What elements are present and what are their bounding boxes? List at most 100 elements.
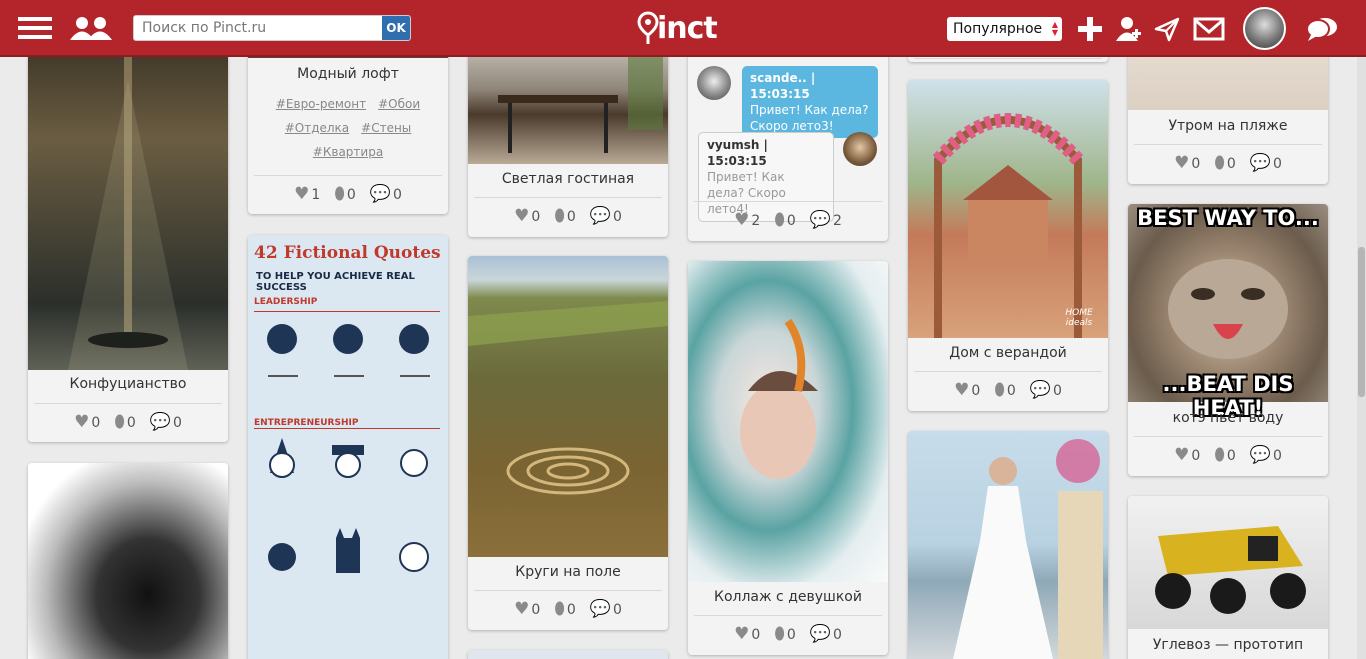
divider <box>474 197 662 198</box>
sort-select[interactable]: Популярное ▲ ▼ <box>947 17 1062 41</box>
pin-caption: котэ пьёт воду <box>1172 410 1284 426</box>
user-avatar[interactable] <box>1243 7 1286 50</box>
search-box: OK <box>133 15 411 41</box>
tag-link[interactable]: #Евро-ремонт <box>276 97 366 111</box>
heart-icon[interactable]: ♥ <box>294 186 309 203</box>
heart-icon[interactable]: ♥ <box>1174 447 1189 464</box>
heart-icon[interactable]: ♥ <box>514 208 529 225</box>
pin-card-loft[interactable]: Модный лофт #Евро-ремонт #Обои #Отделка #С… <box>248 40 448 214</box>
pin-image[interactable] <box>468 650 668 659</box>
chat-icon[interactable] <box>1305 15 1339 43</box>
users-icon[interactable] <box>68 14 116 42</box>
pin-icon[interactable]: ⬮ <box>774 212 785 229</box>
pin-card-gostinaya[interactable]: Светлая гостиная ♥ 0 ⬮ 0 💬 0 <box>468 40 668 237</box>
pins-count: 0 <box>786 626 796 643</box>
chat-avatar-man[interactable] <box>843 132 877 166</box>
send-icon[interactable] <box>1154 16 1180 42</box>
comments-count: 2 <box>833 212 842 229</box>
comment-icon[interactable]: 💬 <box>810 212 831 229</box>
tag-link[interactable]: #Отделка <box>285 121 349 135</box>
top-header: OK inct Популярное ▲▼ <box>0 0 1366 57</box>
meme-top-text: BEST WAY TO... <box>1137 206 1319 230</box>
pin-image[interactable] <box>468 40 668 164</box>
comments-count: 0 <box>1053 382 1062 399</box>
comment-icon[interactable]: 💬 <box>590 601 611 618</box>
pin-icon[interactable]: ⬮ <box>994 382 1005 399</box>
pin-image[interactable]: BEST WAY TO... ...BEAT DIS HEAT! <box>1128 204 1328 420</box>
pins-count: 0 <box>566 601 576 618</box>
divider <box>914 58 1102 59</box>
pin-icon[interactable]: ⬮ <box>554 208 565 225</box>
pin-card-sketch[interactable] <box>28 463 228 659</box>
pin-stats: ♥ 0 ⬮ 0 💬 0 <box>28 414 228 431</box>
pin-card-infographic[interactable]: 42 Fictional Quotes TO HELP YOU ACHIEVE … <box>248 235 448 659</box>
add-user-icon[interactable] <box>1114 16 1142 42</box>
search-ok-button[interactable]: OK <box>382 16 410 40</box>
page-scrollbar[interactable] <box>1357 57 1366 659</box>
pin-image[interactable] <box>908 431 1108 659</box>
pin-image[interactable] <box>468 256 668 557</box>
tag-link[interactable]: #Обои <box>378 97 420 111</box>
pin-stats: ♥ 2 ⬮ 0 💬 2 <box>688 212 888 229</box>
likes-count: 0 <box>91 414 101 431</box>
divider <box>1134 436 1322 437</box>
chat-message-2: vyumsh | 15:03:15 Привет! Как дела? Скор… <box>698 132 834 222</box>
pin-card-next[interactable] <box>468 650 668 659</box>
heart-icon[interactable]: ♥ <box>1174 155 1189 172</box>
pin-image[interactable] <box>688 261 888 582</box>
search-input[interactable] <box>134 16 382 40</box>
comment-icon[interactable]: 💬 <box>1030 382 1051 399</box>
comments-count: 0 <box>833 626 842 643</box>
pin-card-uglevoz[interactable]: Углевоз — прототип <box>1128 496 1328 659</box>
pin-image[interactable] <box>28 463 228 659</box>
pin-card-konfuc[interactable]: Конфуцианство ♥ 0 ⬮ 0 💬 0 <box>28 40 228 442</box>
pin-icon[interactable]: ⬮ <box>774 626 785 643</box>
pin-card-dom[interactable]: HOME ideals Дом с верандой ♥ 0 ⬮ 0 💬 0 <box>908 80 1108 411</box>
heart-icon[interactable]: ♥ <box>954 382 969 399</box>
comments-count: 0 <box>613 601 622 618</box>
heart-icon[interactable]: ♥ <box>734 212 749 229</box>
pin-icon[interactable]: ⬮ <box>554 601 565 618</box>
comment-icon[interactable]: 💬 <box>1250 155 1271 172</box>
pin-image[interactable]: HOME ideals <box>908 80 1108 338</box>
pin-card-kollazh[interactable]: Коллаж с девушкой ♥ 0 ⬮ 0 💬 0 <box>688 261 888 655</box>
infographic-subtitle: TO HELP YOU ACHIEVE REAL SUCCESS <box>256 271 415 293</box>
pin-card-krugi[interactable]: Круги на поле ♥ 0 ⬮ 0 💬 0 <box>468 256 668 630</box>
pin-card-plyazh[interactable]: Утром на пляже ♥ 0 ⬮ 0 💬 0 <box>1128 40 1328 184</box>
pins-count: 0 <box>1226 155 1236 172</box>
likes-count: 1 <box>311 186 321 203</box>
comment-icon[interactable]: 💬 <box>590 208 611 225</box>
comment-icon[interactable]: 💬 <box>150 414 171 431</box>
divider <box>914 371 1102 372</box>
pin-card-chat[interactable]: scande.. | 15:03:15 Привет! Как дела? Ск… <box>688 40 888 241</box>
comment-icon[interactable]: 💬 <box>1250 447 1271 464</box>
menu-icon[interactable] <box>18 14 52 42</box>
pin-image[interactable] <box>1128 496 1328 629</box>
pin-image[interactable]: 42 Fictional Quotes TO HELP YOU ACHIEVE … <box>248 235 448 659</box>
heart-icon[interactable]: ♥ <box>514 601 529 618</box>
pin-stats: ♥ 0 ⬮ 0 💬 0 <box>468 208 668 225</box>
comments-count: 0 <box>1273 447 1282 464</box>
pin-icon[interactable]: ⬮ <box>114 414 125 431</box>
scrollbar-thumb[interactable] <box>1358 247 1365 397</box>
tag-link[interactable]: #Стены <box>361 121 411 135</box>
pin-card-kote[interactable]: BEST WAY TO... ...BEAT DIS HEAT! котэ пь… <box>1128 204 1328 476</box>
tag-link[interactable]: #Квартира <box>313 145 383 159</box>
comment-icon[interactable]: 💬 <box>810 626 831 643</box>
chat-avatar-cat[interactable] <box>697 66 731 100</box>
pin-caption: Светлая гостиная <box>501 171 635 187</box>
pin-icon[interactable]: ⬮ <box>334 186 345 203</box>
section-entrepreneurship: ENTREPRENEURSHIP <box>254 418 359 428</box>
add-icon[interactable] <box>1077 16 1103 42</box>
mail-icon[interactable] <box>1193 17 1225 41</box>
heart-icon[interactable]: ♥ <box>734 626 749 643</box>
sort-selected-label: Популярное <box>953 21 1043 37</box>
pin-caption: Утром на пляже <box>1168 118 1288 134</box>
pin-image[interactable] <box>28 40 228 370</box>
pin-card-bride[interactable] <box>908 431 1108 659</box>
heart-icon[interactable]: ♥ <box>74 414 89 431</box>
pin-icon[interactable]: ⬮ <box>1214 447 1225 464</box>
pinct-logo[interactable]: inct <box>637 10 718 46</box>
comment-icon[interactable]: 💬 <box>370 186 391 203</box>
pin-icon[interactable]: ⬮ <box>1214 155 1225 172</box>
